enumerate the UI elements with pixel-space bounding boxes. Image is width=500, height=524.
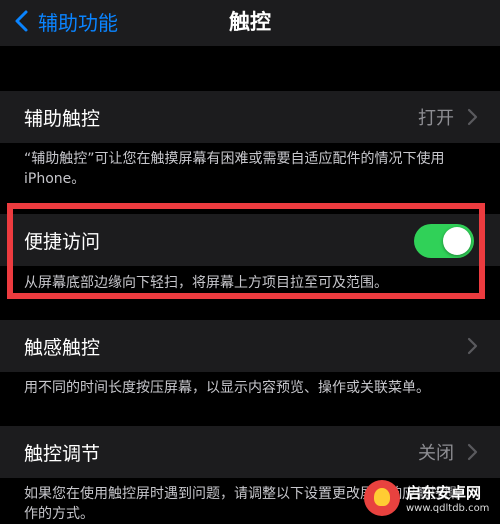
chevron-right-icon bbox=[467, 337, 478, 355]
highlight-frame bbox=[7, 203, 485, 299]
navigation-bar: 辅助功能 触控 bbox=[0, 0, 500, 46]
watermark-logo-icon bbox=[364, 480, 400, 516]
assistive-touch-label: 辅助触控 bbox=[24, 107, 101, 130]
watermark-title: 启东安卓网 bbox=[406, 484, 482, 502]
assistive-touch-row[interactable]: 辅助触控 打开 bbox=[0, 91, 500, 143]
touch-accommodations-label: 触控调节 bbox=[24, 442, 101, 465]
haptic-touch-footnote: 用不同的时间长度按压屏幕，以显示内容预览、操作或关联菜单。 bbox=[24, 380, 430, 396]
touch-accommodations-row[interactable]: 触控调节 关闭 bbox=[0, 426, 500, 478]
touch-accommodations-value: 关闭 bbox=[418, 443, 454, 464]
assistive-touch-value: 打开 bbox=[418, 108, 454, 129]
watermark: 启东安卓网 www.qdltdb.com bbox=[364, 478, 494, 518]
page-title: 触控 bbox=[229, 10, 271, 34]
watermark-url: www.qdltdb.com bbox=[406, 503, 490, 514]
haptic-touch-label: 触感触控 bbox=[24, 336, 101, 359]
assistive-touch-footnote: “辅助触控”可让您在触摸屏幕有困难或需要自适应配件的情况下使用iPhone。 bbox=[24, 151, 445, 187]
chevron-right-icon bbox=[467, 108, 478, 126]
chevron-right-icon bbox=[467, 443, 478, 461]
haptic-touch-row[interactable]: 触感触控 bbox=[0, 320, 500, 372]
